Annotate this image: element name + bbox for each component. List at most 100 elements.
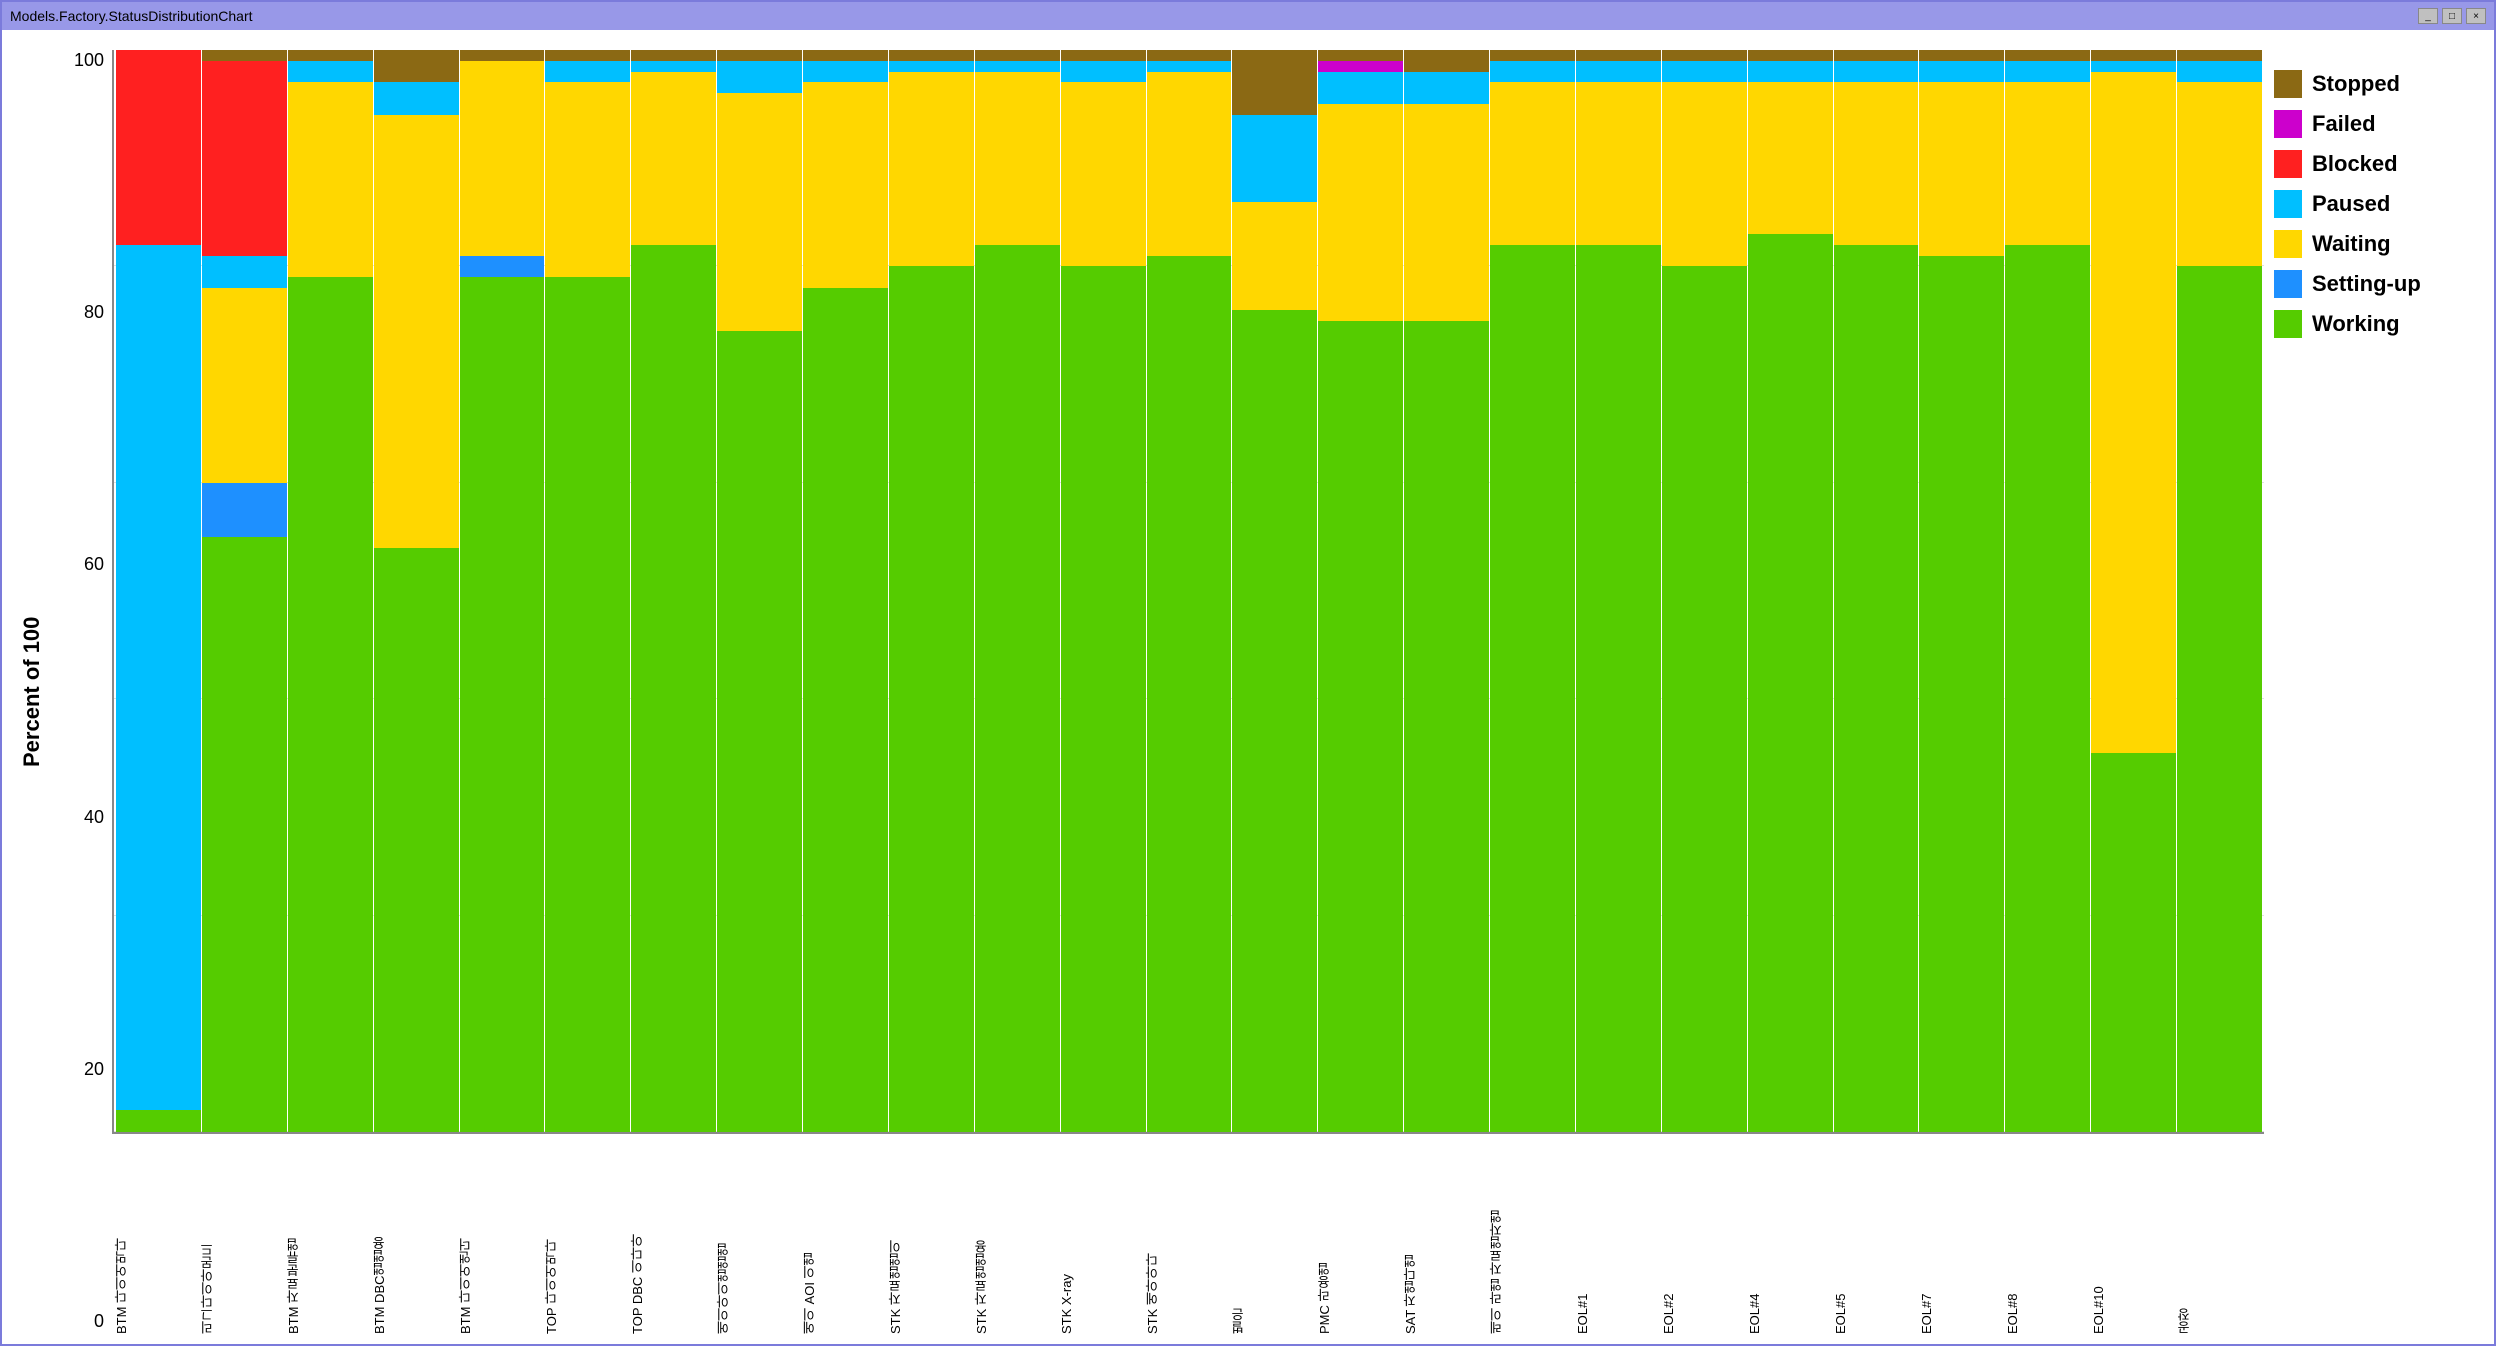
- bar-segment-stopped: [202, 50, 287, 61]
- x-label: EOL#5: [1833, 1138, 1918, 1334]
- bar-segment-stopped: [717, 50, 802, 61]
- bar-segment-stopped: [545, 50, 630, 61]
- bar-segment-working: [288, 277, 373, 1132]
- legend-item-setting-up: Setting-up: [2274, 270, 2474, 298]
- x-label: TOP DBC 이다아: [630, 1138, 715, 1334]
- bar-segment-waiting: [889, 72, 974, 267]
- bar-segment-stopped: [889, 50, 974, 61]
- legend-label-failed: Failed: [2312, 111, 2376, 137]
- bar-segment-waiting: [1662, 82, 1747, 266]
- bar-segment-working: [1834, 245, 1919, 1132]
- bar-segment-paused: [202, 256, 287, 288]
- bar-segment-stopped: [1404, 50, 1489, 72]
- bar-column: [1061, 50, 1146, 1132]
- bar-segment-paused: [1919, 61, 2004, 83]
- bar-segment-waiting: [1576, 82, 1661, 244]
- legend-color-working: [2274, 310, 2302, 338]
- bar-segment-settingUp: [460, 256, 545, 278]
- window-title: Models.Factory.StatusDistributionChart: [10, 8, 253, 24]
- bar-segment-stopped: [1232, 50, 1317, 115]
- title-bar: Models.Factory.StatusDistributionChart _…: [2, 2, 2494, 30]
- bar-segment-paused: [2177, 61, 2262, 83]
- bar-segment-waiting: [202, 288, 287, 483]
- bar-column: [1662, 50, 1747, 1132]
- bar-segment-waiting: [803, 82, 888, 288]
- legend-color-failed: [2274, 110, 2302, 138]
- bar-segment-waiting: [1748, 82, 1833, 233]
- bar-segment-stopped: [1318, 50, 1403, 61]
- x-label: STK X-ray: [1059, 1138, 1144, 1334]
- bar-segment-stopped: [1061, 50, 1146, 61]
- bar-segment-paused: [1834, 61, 1919, 83]
- bar-segment-waiting: [1919, 82, 2004, 255]
- chart-container: Percent of 100 100806040200 BTM 다이어먹다리그다…: [2, 30, 2494, 1344]
- bar-segment-paused: [889, 61, 974, 72]
- bar-segment-waiting: [2005, 82, 2090, 244]
- legend-color-stopped: [2274, 70, 2302, 98]
- legend-color-blocked: [2274, 150, 2302, 178]
- bar-segment-working: [2005, 245, 2090, 1132]
- bar-segment-stopped: [2177, 50, 2262, 61]
- bar-column: [1748, 50, 1833, 1132]
- bar-segment-paused: [374, 82, 459, 114]
- bar-segment-waiting: [374, 115, 459, 548]
- bar-segment-paused: [116, 245, 201, 1111]
- restore-button[interactable]: □: [2442, 8, 2462, 24]
- x-label: 공장: [2177, 1138, 2262, 1334]
- legend-label-waiting: Waiting: [2312, 231, 2391, 257]
- bar-column: [1318, 50, 1403, 1132]
- bar-segment-stopped: [2091, 50, 2176, 61]
- y-tick: 100: [74, 50, 104, 71]
- bar-segment-stopped: [1576, 50, 1661, 61]
- chart-area: 100806040200 BTM 다이어먹다리그다이아몬드BTM 자료분류앱BT…: [52, 50, 2264, 1334]
- bar-segment-paused: [2091, 61, 2176, 72]
- bar-segment-waiting: [2177, 82, 2262, 266]
- legend-label-stopped: Stopped: [2312, 71, 2400, 97]
- y-axis: 100806040200: [52, 50, 112, 1334]
- bar-segment-stopped: [1919, 50, 2004, 61]
- x-label: EOL#1: [1575, 1138, 1660, 1334]
- bar-segment-working: [1061, 266, 1146, 1132]
- bar-segment-stopped: [1834, 50, 1919, 61]
- legend-item-blocked: Blocked: [2274, 150, 2474, 178]
- bar-segment-blocked: [202, 61, 287, 256]
- x-label: STK 에아아다: [1145, 1138, 1230, 1334]
- bar-segment-paused: [1490, 61, 1575, 83]
- bar-column: [1919, 50, 2004, 1132]
- bar-column: [1834, 50, 1919, 1132]
- x-label: 레이 라앱 자료앱자앱: [1489, 1138, 1574, 1334]
- x-label: 벌은: [1231, 1138, 1316, 1334]
- bar-segment-working: [1748, 234, 1833, 1132]
- bar-column: [1490, 50, 1575, 1132]
- bars-and-x: BTM 다이어먹다리그다이아몬드BTM 자료분류앱BTM DBC앱앱용BTM 다…: [112, 50, 2264, 1334]
- legend-item-stopped: Stopped: [2274, 70, 2474, 98]
- bar-column: [2091, 50, 2176, 1132]
- bar-segment-waiting: [1061, 82, 1146, 266]
- close-button[interactable]: ×: [2466, 8, 2486, 24]
- x-label: EOL#10: [2091, 1138, 2176, 1334]
- bar-segment-failed: [1318, 61, 1403, 72]
- bar-segment-waiting: [288, 82, 373, 277]
- bar-segment-stopped: [803, 50, 888, 61]
- bar-column: [2005, 50, 2090, 1132]
- legend-color-setting-up: [2274, 270, 2302, 298]
- bar-segment-paused: [803, 61, 888, 83]
- bar-segment-paused: [631, 61, 716, 72]
- bar-segment-working: [2091, 753, 2176, 1132]
- bar-segment-working: [889, 266, 974, 1132]
- bar-segment-stopped: [975, 50, 1060, 61]
- bar-segment-paused: [2005, 61, 2090, 83]
- bar-column: [1576, 50, 1661, 1132]
- minimize-button[interactable]: _: [2418, 8, 2438, 24]
- legend-label-paused: Paused: [2312, 191, 2390, 217]
- x-label: 에이아이앱앱앱: [716, 1138, 801, 1334]
- x-label: BTM 다이어먹다: [114, 1138, 199, 1334]
- y-tick: 40: [84, 807, 104, 828]
- bar-segment-waiting: [717, 93, 802, 331]
- bar-segment-working: [631, 245, 716, 1132]
- bar-segment-stopped: [288, 50, 373, 61]
- bar-segment-paused: [1147, 61, 1232, 72]
- bar-segment-settingUp: [202, 483, 287, 537]
- bar-segment-working: [803, 288, 888, 1132]
- bar-segment-paused: [1404, 72, 1489, 104]
